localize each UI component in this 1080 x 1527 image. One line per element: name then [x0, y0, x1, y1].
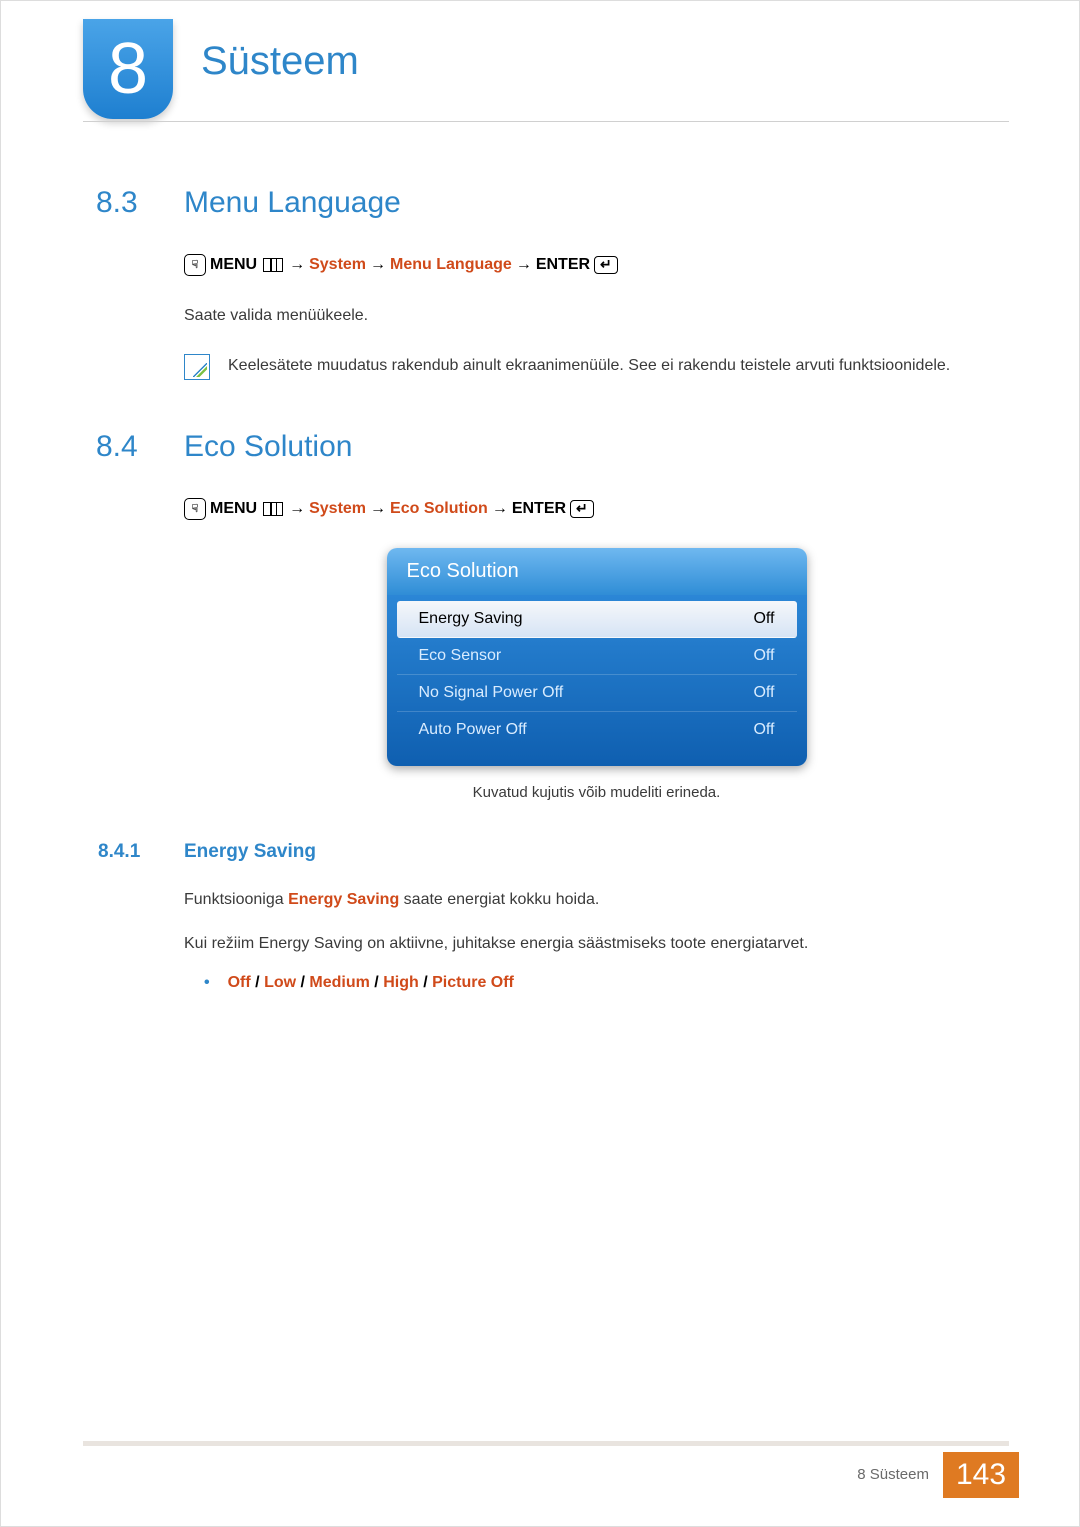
footer-page-number: 143 [943, 1452, 1019, 1498]
options-text: Off / Low / Medium / High / Picture Off [228, 974, 514, 992]
arrow: → [492, 500, 508, 518]
osd-row-value: Off [753, 721, 774, 739]
menu-path-8-3: ☟ MENU → System → Menu Language → ENTER [184, 254, 1009, 276]
path-segment: System [309, 500, 366, 518]
arrow: → [370, 500, 386, 518]
osd-caption: Kuvatud kujutis võib mudeliti erineda. [184, 784, 1009, 801]
osd-row-value: Off [753, 684, 774, 702]
path-segment: Menu Language [390, 256, 512, 274]
arrow: → [370, 256, 386, 274]
osd-panel-eco-solution: Eco Solution Energy Saving Off Eco Senso… [387, 548, 807, 766]
keyword-energy-saving: Energy Saving [288, 891, 399, 908]
section-title: Eco Solution [184, 430, 352, 464]
menu-label: MENU [210, 256, 257, 274]
enter-label: ENTER [536, 256, 590, 274]
menu-label: MENU [210, 500, 257, 518]
section-number: 8.3 [96, 186, 184, 220]
section-number: 8.4 [96, 430, 184, 464]
section-heading-8-3: 8.3 Menu Language [96, 186, 1009, 220]
header-divider [83, 121, 1009, 122]
subsection-para-2: Kui režiim Energy Saving on aktiivne, ju… [184, 931, 1009, 957]
menu-grid-icon [263, 258, 283, 272]
menu-path-8-4: ☟ MENU → System → Eco Solution → ENTER [184, 498, 1009, 520]
chapter-number-tab: 8 [83, 19, 173, 119]
enter-icon [570, 500, 594, 518]
osd-body: Energy Saving Off Eco Sensor Off No Sign… [387, 595, 807, 766]
page-content: 8.3 Menu Language ☟ MENU → System → Menu… [96, 186, 1009, 992]
osd-row-no-signal-power-off[interactable]: No Signal Power Off Off [397, 675, 797, 712]
chapter-title: Süsteem [201, 39, 359, 84]
note-icon [184, 354, 210, 380]
subsection-heading-8-4-1: 8.4.1 Energy Saving [96, 841, 1009, 863]
osd-row-label: No Signal Power Off [419, 684, 564, 702]
arrow: → [289, 256, 305, 274]
enter-label: ENTER [512, 500, 566, 518]
osd-row-label: Energy Saving [419, 610, 523, 628]
footer-divider [83, 1441, 1009, 1446]
arrow: → [516, 256, 532, 274]
subsection-para-1: Funktsiooniga Energy Saving saate energi… [184, 887, 1009, 913]
enter-icon [594, 256, 618, 274]
osd-row-auto-power-off[interactable]: Auto Power Off Off [397, 712, 797, 748]
section-body-8-3: Saate valida menüükeele. [184, 304, 1009, 328]
osd-header: Eco Solution [387, 548, 807, 595]
options-bullet: • Off / Low / Medium / High / Picture Of… [204, 974, 1009, 992]
note-8-3: Keelesätete muudatus rakendub ainult ekr… [184, 354, 1009, 380]
menu-grid-icon [263, 502, 283, 516]
osd-row-energy-saving[interactable]: Energy Saving Off [397, 601, 797, 638]
footer-chapter-label: 8 Süsteem [857, 1466, 929, 1483]
osd-row-eco-sensor[interactable]: Eco Sensor Off [397, 638, 797, 675]
path-segment: System [309, 256, 366, 274]
osd-row-value: Off [753, 647, 774, 665]
remote-icon: ☟ [184, 254, 206, 276]
bullet-icon: • [204, 974, 210, 992]
subsection-title: Energy Saving [184, 841, 316, 863]
subsection-number: 8.4.1 [96, 841, 184, 863]
section-heading-8-4: 8.4 Eco Solution [96, 430, 1009, 464]
osd-row-label: Auto Power Off [419, 721, 527, 739]
osd-row-value: Off [753, 610, 774, 628]
osd-row-label: Eco Sensor [419, 647, 502, 665]
arrow: → [289, 500, 305, 518]
remote-icon: ☟ [184, 498, 206, 520]
note-text: Keelesätete muudatus rakendub ainult ekr… [228, 354, 950, 380]
path-segment: Eco Solution [390, 500, 488, 518]
section-title: Menu Language [184, 186, 401, 220]
